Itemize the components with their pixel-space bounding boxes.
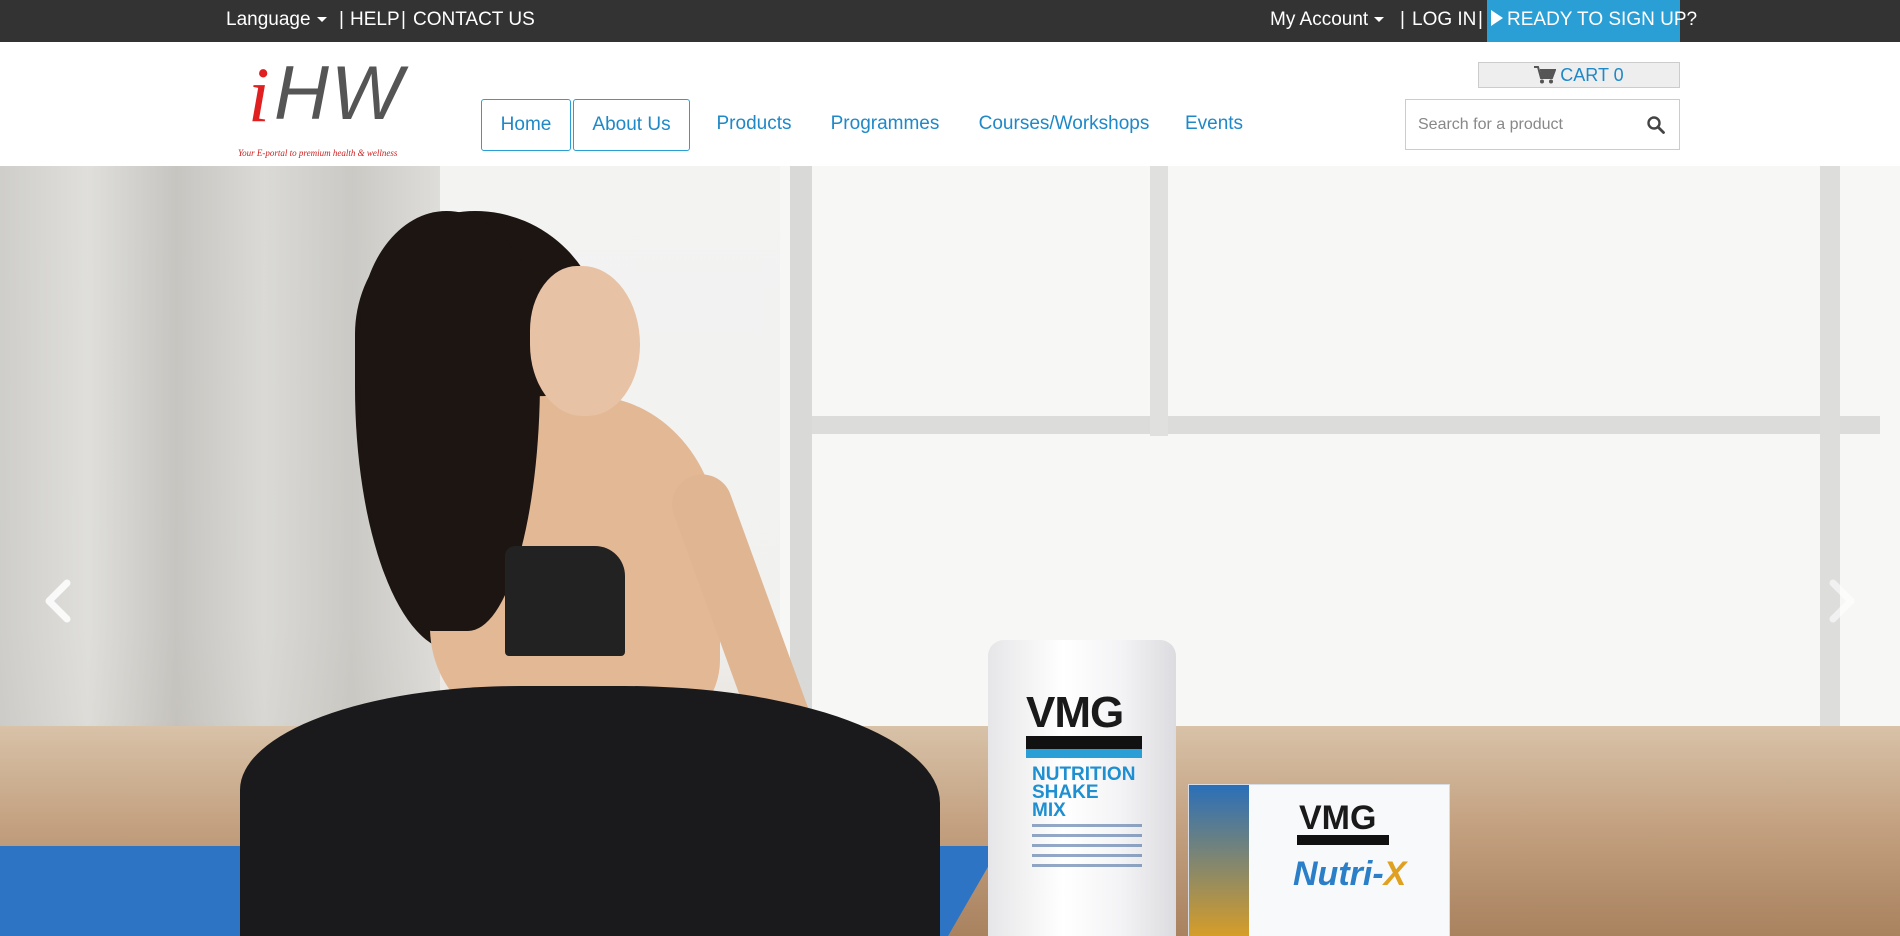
- box-title: Nutri-X: [1293, 855, 1406, 894]
- nav-item-home[interactable]: Home: [481, 99, 571, 151]
- search-input[interactable]: [1406, 100, 1634, 149]
- signup-button[interactable]: READY TO SIGN UP?: [1487, 0, 1697, 42]
- language-dropdown[interactable]: Language: [226, 0, 327, 42]
- window-frame: [790, 166, 812, 726]
- carousel-next-button[interactable]: [1812, 566, 1872, 636]
- jar-title: NUTRITION SHAKE MIX: [1032, 765, 1135, 821]
- hero-person-legs: [240, 686, 940, 936]
- hero-person-face: [530, 266, 640, 416]
- help-link[interactable]: HELP: [350, 0, 400, 42]
- separator: |: [401, 9, 406, 30]
- jar-brand: VMG: [1026, 688, 1124, 737]
- window-frame: [1820, 166, 1840, 726]
- logo-letters-hw: HW: [274, 51, 405, 136]
- nav-item-courses-workshops[interactable]: Courses/Workshops: [973, 99, 1155, 151]
- caret-down-icon: [316, 17, 327, 23]
- window-frame: [1150, 166, 1168, 436]
- cart-label: CART: [1560, 65, 1609, 85]
- top-bar: Language | HELP | CONTACT US My Account …: [0, 0, 1900, 42]
- product-box-nutri-x: VMG Nutri-X: [1188, 784, 1450, 936]
- separator: |: [339, 9, 344, 30]
- hero-carousel: VMG NUTRITION SHAKE MIX VMG Nutri-X: [0, 166, 1900, 936]
- jar-fineprint: [1032, 824, 1142, 870]
- jar-band-blue: [1026, 749, 1142, 758]
- shopping-cart-icon: [1534, 65, 1557, 84]
- nav-item-about-us[interactable]: About Us: [573, 99, 690, 151]
- caret-down-icon: [1374, 17, 1385, 23]
- nav-item-events[interactable]: Events: [1182, 99, 1246, 151]
- box-brand: VMG: [1299, 799, 1377, 837]
- play-icon: [1491, 10, 1503, 27]
- chevron-right-icon: [1829, 579, 1855, 623]
- my-account-dropdown[interactable]: My Account: [1270, 0, 1385, 42]
- cart-button[interactable]: CART 0: [1478, 62, 1680, 88]
- site-logo[interactable]: i HW Your E-portal to premium health & w…: [238, 51, 424, 159]
- jar-band: [1026, 736, 1142, 749]
- hero-window-area: [780, 166, 1900, 726]
- nav-item-products[interactable]: Products: [711, 99, 797, 151]
- carousel-prev-button[interactable]: [28, 566, 88, 636]
- separator: |: [1478, 9, 1483, 30]
- nav-item-programmes[interactable]: Programmes: [825, 99, 945, 151]
- box-title-x: X: [1383, 855, 1407, 893]
- signup-label: READY TO SIGN UP?: [1507, 9, 1698, 30]
- box-title-text: Nutri-: [1293, 855, 1384, 893]
- my-account-label: My Account: [1270, 9, 1369, 30]
- language-label: Language: [226, 9, 311, 30]
- logo-tagline: Your E-portal to premium health & wellne…: [238, 148, 398, 158]
- product-jar-nutrition-shake: VMG NUTRITION SHAKE MIX: [988, 640, 1176, 936]
- site-header: i HW Your E-portal to premium health & w…: [0, 42, 1900, 166]
- cart-count: 0: [1613, 65, 1624, 85]
- product-search: [1405, 99, 1680, 150]
- hero-person-top: [505, 546, 625, 656]
- box-band: [1297, 835, 1389, 845]
- search-icon: [1647, 115, 1665, 134]
- box-side-panel: [1189, 785, 1249, 936]
- jar-title-line: MIX: [1032, 800, 1066, 821]
- contact-us-link[interactable]: CONTACT US: [413, 0, 535, 42]
- separator: |: [1400, 9, 1405, 30]
- chevron-left-icon: [45, 579, 71, 623]
- logo-letter-i: i: [248, 51, 270, 138]
- window-frame: [800, 416, 1880, 434]
- search-button[interactable]: [1633, 100, 1679, 149]
- login-link[interactable]: LOG IN: [1412, 0, 1476, 42]
